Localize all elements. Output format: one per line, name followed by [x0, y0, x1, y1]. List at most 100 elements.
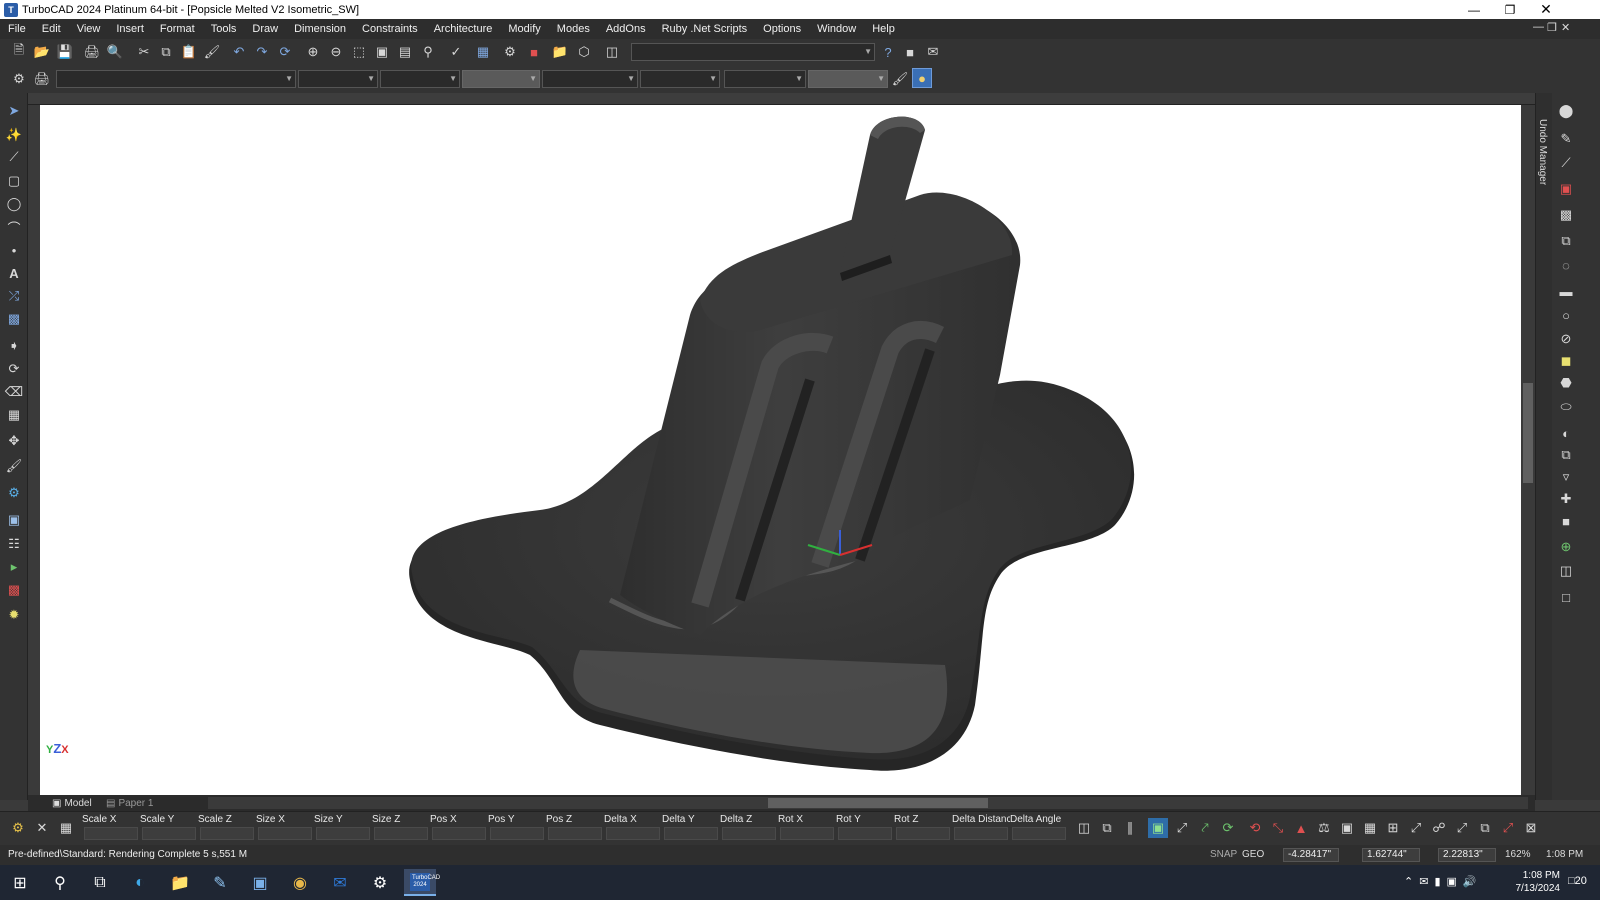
zoom-window-icon[interactable]: ⬚: [349, 42, 369, 62]
box-red-icon[interactable]: ▣: [1556, 179, 1576, 199]
point-tool-icon[interactable]: •: [4, 240, 24, 260]
snap-mode-17-icon[interactable]: ⤢: [1452, 818, 1472, 838]
plane-icon[interactable]: ▬: [1556, 281, 1576, 301]
cylinder-icon[interactable]: ⬭: [1556, 397, 1576, 417]
brush-tool-icon[interactable]: 🖌: [890, 69, 910, 89]
library-icon[interactable]: 📁: [550, 42, 570, 62]
outlook-icon[interactable]: ✉: [324, 869, 356, 896]
snap-mode-14-icon[interactable]: ⊞: [1383, 818, 1403, 838]
snap-mode-10-icon[interactable]: ▲: [1291, 818, 1311, 838]
plus-solid-icon[interactable]: ✚: [1556, 489, 1576, 509]
line-tool-icon[interactable]: ⟋: [4, 147, 24, 167]
view-tool-icon[interactable]: ▣: [4, 510, 24, 530]
vertical-scroll-thumb[interactable]: [1523, 383, 1533, 483]
3d-view-icon[interactable]: ⬡: [574, 42, 594, 62]
close-icon[interactable]: ✕: [1528, 0, 1564, 19]
menu-view[interactable]: View: [69, 19, 109, 39]
layer-combo[interactable]: ▼: [56, 70, 296, 88]
geo-indicator[interactable]: GEO: [1242, 849, 1264, 860]
print-icon[interactable]: 🖨: [82, 42, 102, 62]
menu-modes[interactable]: Modes: [549, 19, 598, 39]
circle-tool-icon[interactable]: ◯: [4, 194, 24, 214]
menu-file[interactable]: File: [0, 19, 34, 39]
camera-icon[interactable]: ◫: [1556, 561, 1576, 581]
email-icon[interactable]: ✉: [923, 42, 943, 62]
extrude-tool-icon[interactable]: ➧: [4, 336, 24, 356]
coord-x-field[interactable]: -4.28417": [1283, 848, 1339, 862]
snap-indicator[interactable]: SNAP: [1210, 849, 1237, 860]
gear-tool-icon[interactable]: ⚙: [4, 483, 24, 503]
dimension-tool-icon[interactable]: ⤮: [4, 286, 24, 306]
coord-y-field[interactable]: 1.62744": [1362, 848, 1420, 862]
snap-mode-15-icon[interactable]: ⤢: [1406, 818, 1426, 838]
zoom-page-icon[interactable]: ▤: [395, 42, 415, 62]
snap-mode-3-icon[interactable]: ∥: [1120, 818, 1140, 838]
horizontal-scrollbar[interactable]: [208, 797, 1528, 809]
tray-battery-icon[interactable]: ▮: [1434, 875, 1440, 888]
menu-addons[interactable]: AddOns: [598, 19, 654, 39]
frame-icon[interactable]: □: [1556, 587, 1576, 607]
mdi-close-icon[interactable]: ✕: [1561, 21, 1570, 34]
snap-mode-13-icon[interactable]: ▦: [1360, 818, 1380, 838]
snap-mode-5-icon[interactable]: ⤢: [1172, 818, 1192, 838]
render-mode-icon[interactable]: ●: [912, 68, 932, 88]
snap-mode-19-icon[interactable]: ⤢: [1498, 818, 1518, 838]
zoom-out-icon[interactable]: ⊖: [326, 42, 346, 62]
settings-gear-icon[interactable]: ⚙: [9, 69, 29, 89]
stop-icon[interactable]: ■: [900, 42, 920, 62]
table-icon[interactable]: ▦: [56, 818, 76, 838]
command-combo[interactable]: ▼: [631, 43, 875, 61]
layer-icon[interactable]: 🖨: [32, 69, 52, 89]
menu-insert[interactable]: Insert: [108, 19, 152, 39]
task-view-icon[interactable]: ⧉: [84, 869, 116, 896]
brush-combo[interactable]: ▼: [640, 70, 720, 88]
block-tool-icon[interactable]: ▩: [4, 309, 24, 329]
weld-icon[interactable]: ◐: [1556, 423, 1576, 443]
delta-distance-field[interactable]: Delta Distance: [952, 812, 1010, 844]
taskbar-clock[interactable]: 1:08 PM 7/13/2024: [1516, 869, 1561, 895]
redo-icon[interactable]: ↷: [252, 42, 272, 62]
render-icon[interactable]: ■: [524, 42, 544, 62]
brush-edit-icon[interactable]: 🖌: [4, 456, 24, 476]
menu-edit[interactable]: Edit: [34, 19, 69, 39]
context-help-icon[interactable]: ?: [878, 42, 898, 62]
eraser-tool-icon[interactable]: ⌫: [4, 382, 24, 402]
mdi-restore-icon[interactable]: ❐: [1547, 21, 1557, 34]
open-folder-icon[interactable]: 📂: [32, 42, 52, 62]
cube-icon[interactable]: ■: [1556, 511, 1576, 531]
snap-mode-11-icon[interactable]: ⚖: [1314, 818, 1334, 838]
maximize-icon[interactable]: ❐: [1492, 0, 1528, 19]
tray-mail-icon[interactable]: ✉: [1419, 875, 1428, 888]
light-tool-icon[interactable]: ✹: [4, 605, 24, 625]
properties-icon[interactable]: ◫: [602, 42, 622, 62]
group-icon[interactable]: ⧉: [1556, 445, 1576, 465]
slice-icon[interactable]: ◌: [1556, 255, 1576, 275]
array-tool-icon[interactable]: ▦: [4, 405, 24, 425]
chrome-icon[interactable]: ◉: [284, 869, 316, 896]
edge-browser-icon[interactable]: ◐: [124, 869, 156, 896]
shell-icon[interactable]: ⬣: [1556, 373, 1576, 393]
turbocad-taskbar-button[interactable]: TurboCAD 2024: [404, 869, 440, 896]
notepad-icon[interactable]: ✎: [204, 869, 236, 896]
material-combo[interactable]: ▼: [724, 70, 806, 88]
tray-chevron-icon[interactable]: ⌃: [1404, 875, 1413, 888]
tray-volume-icon[interactable]: 🔊: [1463, 875, 1477, 888]
insert-tool-icon[interactable]: ▩: [4, 580, 24, 600]
arc-tool-icon[interactable]: ⌒: [4, 217, 24, 237]
menu-window[interactable]: Window: [809, 19, 864, 39]
format-painter-icon[interactable]: 🖌: [202, 42, 222, 62]
menu-options[interactable]: Options: [755, 19, 809, 39]
print-preview-icon[interactable]: 🔍: [105, 42, 125, 62]
pencil-icon[interactable]: ✎: [1556, 129, 1576, 149]
menu-ruby-net-scripts[interactable]: Ruby .Net Scripts: [654, 19, 756, 39]
select-arrow-icon[interactable]: ➤: [4, 101, 24, 121]
paste-icon[interactable]: 📋: [179, 42, 199, 62]
menu-modify[interactable]: Modify: [500, 19, 548, 39]
color-combo[interactable]: ▼: [298, 70, 378, 88]
zoom-in-icon[interactable]: ⊕: [303, 42, 323, 62]
new-file-icon[interactable]: 🗎: [9, 42, 29, 62]
menu-architecture[interactable]: Architecture: [426, 19, 501, 39]
network-app-icon[interactable]: ▣: [244, 869, 276, 896]
grid-icon[interactable]: ▦: [473, 42, 493, 62]
tab-model[interactable]: ▣ Model: [46, 796, 98, 810]
